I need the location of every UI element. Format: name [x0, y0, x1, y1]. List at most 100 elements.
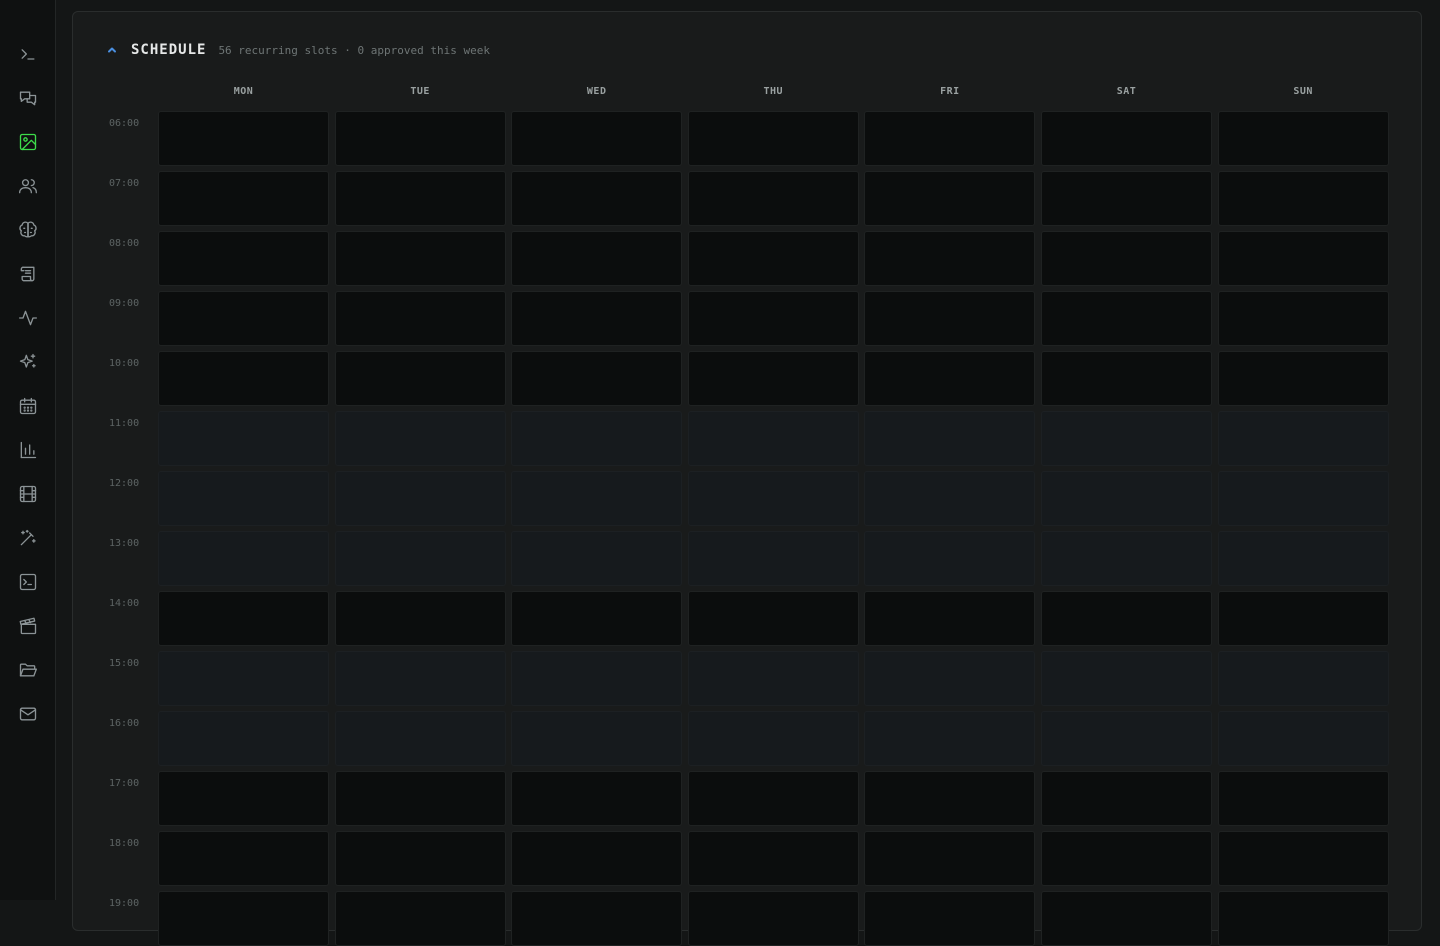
schedule-slot-thu-1400[interactable]: [687, 591, 859, 646]
schedule-slot-sun-1500[interactable]: [1217, 651, 1389, 706]
schedule-slot-fri-1400[interactable]: [864, 591, 1036, 646]
schedule-slot-mon-1800[interactable]: [158, 831, 329, 886]
schedule-slot-wed-1200[interactable]: [511, 471, 683, 526]
schedule-slot-tue-1600[interactable]: [334, 711, 506, 766]
schedule-slot-thu-1600[interactable]: [687, 711, 859, 766]
schedule-slot-sun-0600[interactable]: [1217, 111, 1389, 166]
schedule-slot-fri-1800[interactable]: [864, 831, 1036, 886]
schedule-slot-thu-1300[interactable]: [687, 531, 859, 586]
schedule-slot-thu-0800[interactable]: [687, 231, 859, 286]
schedule-slot-tue-1300[interactable]: [334, 531, 506, 586]
schedule-slot-fri-0600[interactable]: [864, 111, 1036, 166]
schedule-slot-sun-1300[interactable]: [1217, 531, 1389, 586]
schedule-slot-mon-1100[interactable]: [158, 411, 329, 466]
schedule-slot-sat-1100[interactable]: [1041, 411, 1212, 466]
schedule-slot-sun-1200[interactable]: [1217, 471, 1389, 526]
schedule-slot-mon-1300[interactable]: [158, 531, 329, 586]
schedule-slot-sat-0600[interactable]: [1041, 111, 1212, 166]
schedule-slot-sat-1600[interactable]: [1041, 711, 1212, 766]
sidebar-item-chat-bubbles[interactable]: [16, 86, 40, 110]
sidebar-item-sparkles[interactable]: [16, 350, 40, 374]
schedule-slot-fri-1900[interactable]: [864, 891, 1036, 946]
schedule-slot-fri-1700[interactable]: [864, 771, 1036, 826]
schedule-slot-mon-0900[interactable]: [158, 291, 329, 346]
schedule-slot-thu-1100[interactable]: [687, 411, 859, 466]
schedule-slot-thu-1200[interactable]: [687, 471, 859, 526]
schedule-slot-wed-1400[interactable]: [511, 591, 683, 646]
schedule-slot-wed-1700[interactable]: [511, 771, 683, 826]
schedule-slot-mon-1200[interactable]: [158, 471, 329, 526]
schedule-slot-fri-0900[interactable]: [864, 291, 1036, 346]
schedule-slot-fri-1100[interactable]: [864, 411, 1036, 466]
schedule-slot-tue-1200[interactable]: [334, 471, 506, 526]
schedule-slot-tue-0600[interactable]: [334, 111, 506, 166]
schedule-slot-mon-0700[interactable]: [158, 171, 329, 226]
sidebar-item-image[interactable]: [16, 130, 40, 154]
schedule-slot-tue-1100[interactable]: [334, 411, 506, 466]
sidebar-item-folder-open[interactable]: [16, 658, 40, 682]
schedule-slot-thu-1900[interactable]: [687, 891, 859, 946]
sidebar-item-brain[interactable]: [16, 218, 40, 242]
schedule-slot-tue-1400[interactable]: [334, 591, 506, 646]
schedule-slot-sun-1600[interactable]: [1217, 711, 1389, 766]
schedule-slot-tue-1500[interactable]: [334, 651, 506, 706]
sidebar-item-scroll[interactable]: [16, 262, 40, 286]
schedule-slot-mon-1500[interactable]: [158, 651, 329, 706]
schedule-slot-thu-1700[interactable]: [687, 771, 859, 826]
schedule-slot-tue-0700[interactable]: [334, 171, 506, 226]
schedule-slot-sun-0700[interactable]: [1217, 171, 1389, 226]
schedule-slot-tue-0800[interactable]: [334, 231, 506, 286]
schedule-slot-thu-0600[interactable]: [687, 111, 859, 166]
sidebar-item-film[interactable]: [16, 482, 40, 506]
schedule-slot-thu-0900[interactable]: [687, 291, 859, 346]
schedule-slot-sat-1700[interactable]: [1041, 771, 1212, 826]
schedule-slot-sun-1700[interactable]: [1217, 771, 1389, 826]
schedule-slot-wed-0600[interactable]: [511, 111, 683, 166]
sidebar-item-clapperboard[interactable]: [16, 614, 40, 638]
schedule-slot-tue-1000[interactable]: [334, 351, 506, 406]
schedule-slot-mon-0600[interactable]: [158, 111, 329, 166]
schedule-slot-fri-1500[interactable]: [864, 651, 1036, 706]
collapse-chevron-icon[interactable]: [105, 43, 119, 57]
schedule-slot-wed-0800[interactable]: [511, 231, 683, 286]
schedule-slot-sat-1500[interactable]: [1041, 651, 1212, 706]
schedule-slot-fri-0800[interactable]: [864, 231, 1036, 286]
schedule-slot-wed-1500[interactable]: [511, 651, 683, 706]
schedule-slot-sat-0900[interactable]: [1041, 291, 1212, 346]
schedule-slot-wed-1800[interactable]: [511, 831, 683, 886]
schedule-slot-tue-1800[interactable]: [334, 831, 506, 886]
schedule-slot-sat-1300[interactable]: [1041, 531, 1212, 586]
schedule-slot-fri-1000[interactable]: [864, 351, 1036, 406]
schedule-slot-sun-1000[interactable]: [1217, 351, 1389, 406]
schedule-slot-mon-1000[interactable]: [158, 351, 329, 406]
sidebar-item-calendar[interactable]: [16, 394, 40, 418]
schedule-slot-thu-1500[interactable]: [687, 651, 859, 706]
schedule-slot-wed-1000[interactable]: [511, 351, 683, 406]
schedule-slot-mon-1600[interactable]: [158, 711, 329, 766]
schedule-slot-sat-0800[interactable]: [1041, 231, 1212, 286]
schedule-slot-wed-0900[interactable]: [511, 291, 683, 346]
schedule-slot-tue-0900[interactable]: [334, 291, 506, 346]
schedule-slot-tue-1900[interactable]: [334, 891, 506, 946]
schedule-slot-sun-1400[interactable]: [1217, 591, 1389, 646]
schedule-slot-sat-1800[interactable]: [1041, 831, 1212, 886]
schedule-slot-sun-0900[interactable]: [1217, 291, 1389, 346]
schedule-slot-sat-0700[interactable]: [1041, 171, 1212, 226]
schedule-slot-sun-1100[interactable]: [1217, 411, 1389, 466]
schedule-slot-thu-1000[interactable]: [687, 351, 859, 406]
schedule-slot-sat-1000[interactable]: [1041, 351, 1212, 406]
sidebar-item-terminal-window[interactable]: [16, 570, 40, 594]
schedule-slot-sun-0800[interactable]: [1217, 231, 1389, 286]
schedule-slot-mon-0800[interactable]: [158, 231, 329, 286]
schedule-slot-sun-1900[interactable]: [1217, 891, 1389, 946]
sidebar-item-magic-wand[interactable]: [16, 526, 40, 550]
schedule-slot-fri-1600[interactable]: [864, 711, 1036, 766]
schedule-slot-mon-1700[interactable]: [158, 771, 329, 826]
schedule-slot-wed-1900[interactable]: [511, 891, 683, 946]
schedule-slot-mon-1400[interactable]: [158, 591, 329, 646]
schedule-slot-wed-1300[interactable]: [511, 531, 683, 586]
schedule-slot-wed-1100[interactable]: [511, 411, 683, 466]
schedule-slot-sun-1800[interactable]: [1217, 831, 1389, 886]
schedule-slot-sat-1400[interactable]: [1041, 591, 1212, 646]
sidebar-item-mail[interactable]: [16, 702, 40, 726]
